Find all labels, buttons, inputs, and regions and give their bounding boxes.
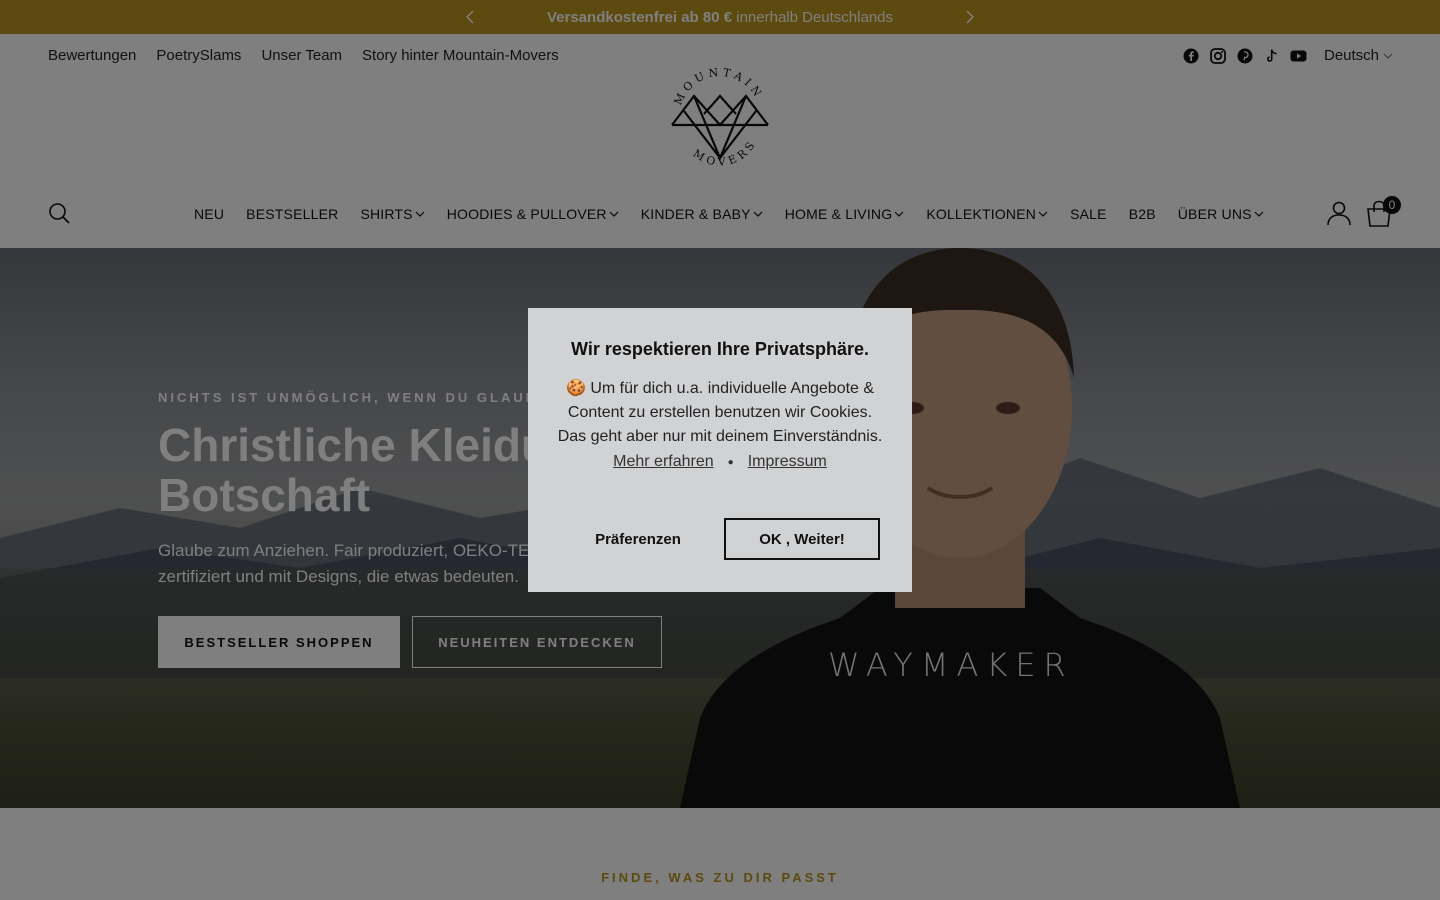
preferences-button[interactable]: Präferenzen — [568, 518, 708, 560]
cookie-modal-title: Wir respektieren Ihre Privatsphäre. — [571, 339, 869, 359]
link-separator: ● — [727, 456, 734, 468]
impressum-link[interactable]: Impressum — [748, 453, 827, 471]
ok-continue-button[interactable]: OK , Weiter! — [724, 518, 880, 560]
cookie-modal-links: Mehr erfahren ● Impressum — [528, 453, 912, 471]
mehr-erfahren-link[interactable]: Mehr erfahren — [613, 453, 714, 471]
cookie-consent-modal: Wir respektieren Ihre Privatsphäre. 🍪 Um… — [528, 308, 912, 592]
cookie-modal-body: 🍪 Um für dich u.a. individuelle Angebote… — [557, 380, 883, 445]
